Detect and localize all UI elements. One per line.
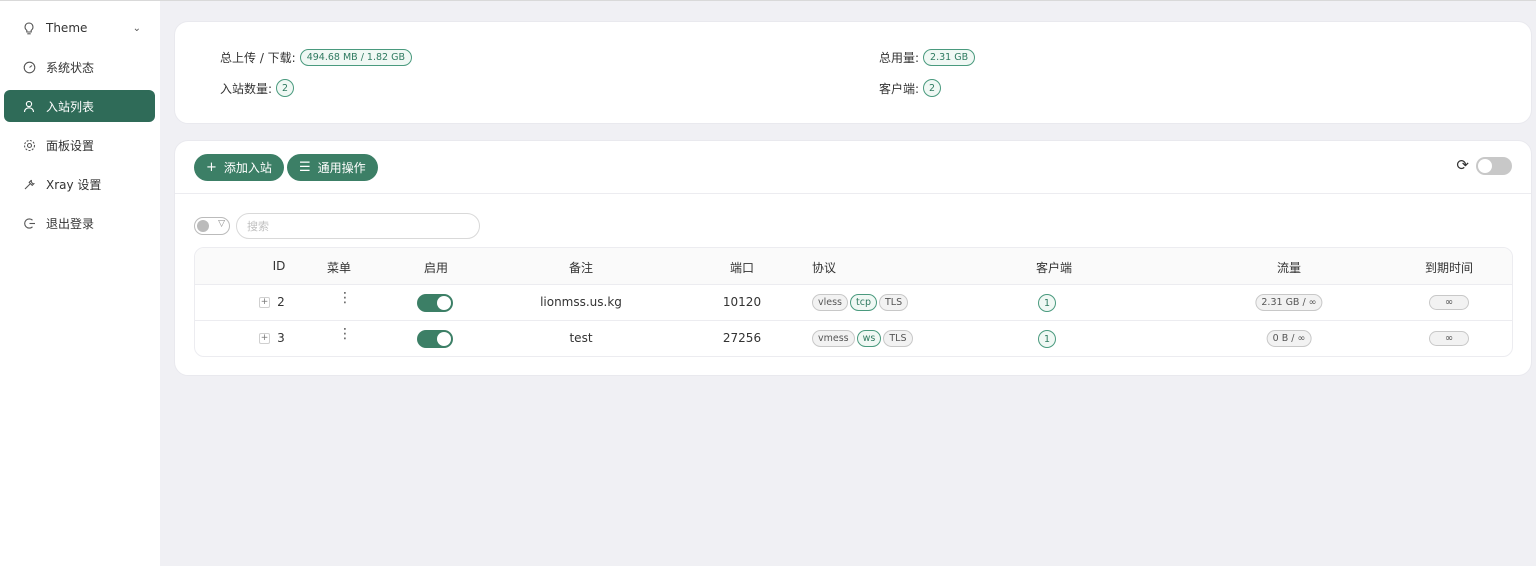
client-count-badge[interactable]: 1 [1038,294,1056,312]
search-input[interactable] [236,213,480,239]
enable-toggle[interactable] [417,330,453,348]
filter-icon: ▽ [218,219,225,229]
logout-icon [22,216,36,230]
cell-id: 2 [277,295,285,309]
column-header-id: ID [272,259,286,273]
stat-upload-download: 总上传 / 下载: 494.68 MB / 1.82 GB [220,49,412,66]
stat-clients: 客户端: 2 [879,79,942,97]
sidebar-item-inbounds[interactable]: 入站列表 [4,90,155,122]
stat-value-badge: 2 [923,79,942,97]
auto-refresh-toggle[interactable] [1476,157,1512,175]
cell-port: 27256 [722,331,762,345]
stat-value-badge: 494.68 MB / 1.82 GB [299,49,412,66]
sidebar-item-label: 退出登录 [46,216,95,231]
stat-value-badge: 2 [276,79,295,97]
column-header-clients: 客户端 [1035,261,1073,275]
wrench-icon [22,177,36,191]
column-header-menu: 菜单 [326,261,352,275]
column-header-traffic: 流量 [1276,261,1302,275]
sidebar: Theme ⌄ 系统状态 入站列表 面板设置 Xray 设置 退出登录 [0,1,160,566]
protocol-tags: vmess ws TLS [812,330,913,347]
traffic-tag: 2.31 GB / ∞ [1255,294,1323,311]
menu-icon: ☰ [299,160,311,175]
general-actions-button[interactable]: ☰ 通用操作 [287,154,378,181]
stat-label: 总用量: [879,51,920,65]
sidebar-item-label: 系统状态 [46,60,95,75]
table-row[interactable]: + 3 ⋮ test 27256 vmess ws TLS 1 0 B / ∞ … [195,321,1512,356]
sidebar-item-system-status[interactable]: 系统状态 [4,51,155,83]
sidebar-item-logout[interactable]: 退出登录 [4,207,155,239]
stat-label: 客户端: [879,81,920,96]
column-header-enabled: 启用 [423,261,449,275]
cell-id: 3 [277,331,285,345]
sidebar-item-theme[interactable]: Theme ⌄ [4,12,155,44]
protocol-tag: vless [812,294,849,311]
expand-row-icon[interactable]: + [259,333,270,344]
inbound-list-card: + 添加入站 ☰ 通用操作 ⟳ ▽ ID 菜单 启用 备注 端口 协议 客户端 … [174,140,1532,376]
column-header-expiry: 到期时间 [1424,261,1474,275]
expand-row-icon[interactable]: + [259,297,270,308]
sidebar-item-label: 面板设置 [46,138,95,153]
stats-card: 总上传 / 下载: 494.68 MB / 1.82 GB 总用量: 2.31 … [174,21,1532,124]
bulb-icon [22,21,36,35]
protocol-tag: vmess [812,330,855,347]
sidebar-item-label: Xray 设置 [46,177,102,192]
column-header-port: 端口 [729,261,755,275]
stat-label: 入站数量: [220,81,273,96]
refresh-icon[interactable]: ⟳ [1456,156,1469,174]
general-actions-label: 通用操作 [317,161,366,175]
cell-remark: lionmss.us.kg [540,295,622,309]
expiry-tag: ∞ [1429,331,1469,346]
sidebar-item-panel-settings[interactable]: 面板设置 [4,129,155,161]
transport-tag: tcp [850,294,877,311]
plus-icon: + [206,160,217,175]
security-tag: TLS [879,294,909,311]
chevron-down-icon: ⌄ [132,22,141,34]
stat-total-usage: 总用量: 2.31 GB [879,49,976,66]
user-icon [22,99,36,113]
transport-tag: ws [856,330,882,347]
row-menu-icon[interactable]: ⋮ [338,291,352,305]
row-menu-icon[interactable]: ⋮ [338,327,352,341]
expiry-tag: ∞ [1429,295,1469,310]
client-count-badge[interactable]: 1 [1038,330,1056,348]
dashboard-icon [22,60,36,74]
table-row[interactable]: + 2 ⋮ lionmss.us.kg 10120 vless tcp TLS … [195,285,1512,321]
gear-icon [22,138,36,152]
add-inbound-button[interactable]: + 添加入站 [194,154,284,181]
stat-value-badge: 2.31 GB [923,49,976,66]
stat-label: 总上传 / 下载: [220,51,296,65]
inbound-table: ID 菜单 启用 备注 端口 协议 客户端 流量 到期时间 + 2 ⋮ lion… [194,247,1513,357]
column-header-remark: 备注 [568,261,594,275]
filter-toggle[interactable]: ▽ [194,217,230,235]
stat-inbound-count: 入站数量: 2 [220,79,295,97]
add-inbound-label: 添加入站 [223,161,272,175]
table-header: ID 菜单 启用 备注 端口 协议 客户端 流量 到期时间 [195,248,1512,285]
toggle-knob [197,220,209,232]
security-tag: TLS [883,330,913,347]
sidebar-item-xray-settings[interactable]: Xray 设置 [4,168,155,200]
protocol-tags: vless tcp TLS [812,294,909,311]
column-header-protocol: 协议 [811,261,837,275]
traffic-tag: 0 B / ∞ [1266,330,1312,347]
enable-toggle[interactable] [417,294,453,312]
cell-remark: test [569,331,593,345]
cell-port: 10120 [722,295,762,309]
sidebar-item-label: 入站列表 [46,99,95,114]
sidebar-item-label: Theme [46,21,88,35]
divider [175,193,1531,194]
